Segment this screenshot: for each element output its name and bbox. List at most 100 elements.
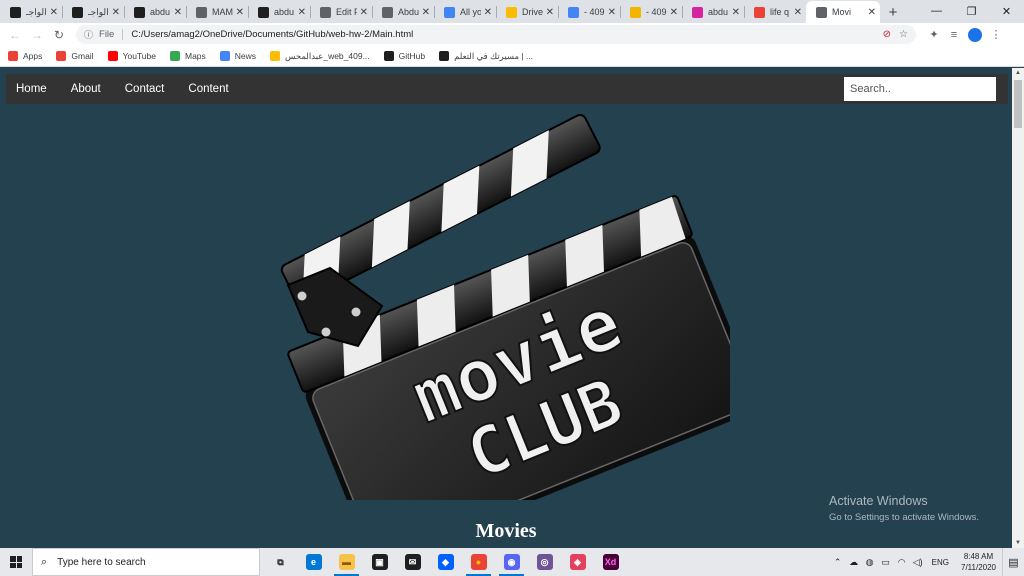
network-icon[interactable]: ◠ <box>894 557 910 568</box>
maps-icon <box>169 51 180 61</box>
weather-icon[interactable]: ☁ <box>846 557 862 568</box>
browser-tab[interactable]: الواجـ ✕ <box>0 1 62 23</box>
close-tab-icon[interactable]: ✕ <box>112 7 120 18</box>
back-icon[interactable]: ← <box>4 28 26 42</box>
browser-tab[interactable]: Edit F✕ <box>310 1 372 23</box>
bookmark-item[interactable]: عبدالمحس_web_409... <box>270 51 370 62</box>
bookmark-item[interactable]: GitHub <box>383 51 425 61</box>
omnibox-divider <box>122 29 124 40</box>
close-tab-icon[interactable]: ✕ <box>174 7 182 18</box>
forward-icon[interactable]: → <box>26 28 48 42</box>
volume-icon[interactable]: ◁) <box>910 557 926 568</box>
tab-title: MAM <box>212 7 233 17</box>
task-view-icon: ⧉ <box>272 554 289 570</box>
maximize-button[interactable]: ❐ <box>954 0 989 22</box>
address-bar[interactable]: ⓘ File C:/Users/amag2/OneDrive/Documents… <box>76 25 916 44</box>
bookmark-item[interactable]: YouTube <box>107 51 156 61</box>
site-navbar: Home About Contact Content <box>6 74 1008 104</box>
slides-icon <box>630 6 641 18</box>
close-tab-icon[interactable]: ✕ <box>50 7 58 18</box>
notifications-icon[interactable]: ▤ <box>1002 548 1024 576</box>
new-tab-button[interactable]: + <box>880 1 906 23</box>
browser-tab[interactable]: abdu ✕ <box>124 1 186 23</box>
browser-tab[interactable]: - 409 ✕ <box>558 1 620 23</box>
blocked-popup-icon[interactable]: ⊘ <box>883 29 891 40</box>
bookmark-item[interactable]: Maps <box>169 51 206 61</box>
input-language[interactable]: ENG <box>932 558 949 567</box>
nav-link-content[interactable]: Content <box>176 74 240 104</box>
taskbar-app-chrome[interactable]: ● <box>462 548 495 576</box>
bookmark-item[interactable]: Apps <box>8 51 42 61</box>
profile-avatar[interactable] <box>968 27 982 42</box>
bookmark-label: Maps <box>184 51 206 61</box>
close-tab-icon[interactable]: ✕ <box>422 7 430 18</box>
scrollbar-thumb[interactable] <box>1014 80 1022 128</box>
reload-icon[interactable]: ↻ <box>48 28 70 42</box>
close-tab-icon[interactable]: ✕ <box>732 7 740 18</box>
browser-tab[interactable]: - 409 ✕ <box>620 1 682 23</box>
taskbar-app-github-desktop[interactable]: ◎ <box>528 548 561 576</box>
bookmark-item[interactable]: News <box>219 51 256 61</box>
browser-tab[interactable]: life q ✕ <box>744 1 806 23</box>
taskbar-app-mail[interactable]: ✉ <box>396 548 429 576</box>
activate-windows-watermark: Activate Windows Go to Settings to activ… <box>829 494 979 523</box>
close-tab-icon[interactable]: ✕ <box>484 7 492 18</box>
browser-tab[interactable]: Movi ✕ <box>806 1 880 23</box>
movie-club-logo: movie CLUB <box>280 113 730 500</box>
taskbar-app-discord[interactable]: ◉ <box>495 548 528 576</box>
browser-tab[interactable]: abdu ✕ <box>682 1 744 23</box>
browser-tab[interactable]: الواجـ ✕ <box>62 1 124 23</box>
scroll-up-arrow-icon[interactable]: ▲ <box>1012 68 1024 78</box>
close-tab-icon[interactable]: ✕ <box>868 7 876 18</box>
taskbar-app-task-view[interactable]: ⧉ <box>264 548 297 576</box>
news-icon <box>219 51 230 61</box>
browser-tab[interactable]: abdu ✕ <box>248 1 310 23</box>
close-tab-icon[interactable]: ✕ <box>670 7 678 18</box>
close-tab-icon[interactable]: ✕ <box>546 7 554 18</box>
browser-tab[interactable]: Abdu ✕ <box>372 1 434 23</box>
browser-tab[interactable]: All yo ✕ <box>434 1 496 23</box>
battery-icon[interactable]: ▭ <box>878 557 894 568</box>
minimize-button[interactable]: — <box>919 0 954 22</box>
page-scrollbar[interactable]: ▲ ▼ <box>1012 68 1024 548</box>
browser-tab[interactable]: MAM ✕ <box>186 1 248 23</box>
taskbar-app-photos[interactable]: ◈ <box>561 548 594 576</box>
taskbar-search-box[interactable]: ⌕ Type here to search <box>32 548 260 576</box>
start-button[interactable] <box>0 548 32 576</box>
reading-list-icon[interactable]: ≡ <box>944 29 964 41</box>
menu-icon[interactable]: ⋮ <box>986 28 1006 41</box>
bookmark-item[interactable]: Gmail <box>56 51 94 61</box>
site-search-input[interactable] <box>844 77 996 101</box>
nav-link-about[interactable]: About <box>59 74 113 104</box>
taskbar-app-adobe-xd[interactable]: Xd <box>594 548 627 576</box>
drive-icon <box>506 6 517 18</box>
taskbar-apps: ⧉ e ▬ ▣ ✉ ◆ ● ◉ ◎ ◈ Xd <box>264 548 627 576</box>
info-icon[interactable]: ⓘ <box>84 28 93 41</box>
close-tab-icon[interactable]: ✕ <box>298 7 306 18</box>
hinge-screw <box>297 291 307 301</box>
security-icon[interactable]: ◍ <box>862 557 878 568</box>
tray-overflow-icon[interactable]: ⌃ <box>830 557 846 568</box>
taskbar-app-edge[interactable]: e <box>297 548 330 576</box>
taskbar-app-file-explorer[interactable]: ▬ <box>330 548 363 576</box>
taskbar-app-store[interactable]: ▣ <box>363 548 396 576</box>
extensions-icon[interactable]: ✦ <box>924 28 944 41</box>
taskbar-clock[interactable]: 8:48 AM 7/11/2020 <box>961 551 996 573</box>
close-tab-icon[interactable]: ✕ <box>608 7 616 18</box>
taskbar-app-dropbox[interactable]: ◆ <box>429 548 462 576</box>
bookmark-star-icon[interactable]: ☆ <box>899 29 908 40</box>
close-window-button[interactable]: ✕ <box>989 0 1024 22</box>
browser-toolbar: ← → ↻ ⓘ File C:/Users/amag2/OneDrive/Doc… <box>0 23 1024 46</box>
nav-link-home[interactable]: Home <box>6 74 59 104</box>
url-text[interactable]: C:/Users/amag2/OneDrive/Documents/GitHub… <box>131 29 874 40</box>
nav-link-contact[interactable]: Contact <box>113 74 177 104</box>
browser-tab[interactable]: Drive ✕ <box>496 1 558 23</box>
watermark-subtitle: Go to Settings to activate Windows. <box>829 512 979 523</box>
bookmark-item[interactable]: مسيرتك في التعلم | ... <box>439 51 533 62</box>
scroll-down-arrow-icon[interactable]: ▼ <box>1012 538 1024 548</box>
gmail-icon <box>56 51 67 61</box>
close-tab-icon[interactable]: ✕ <box>360 7 368 18</box>
close-tab-icon[interactable]: ✕ <box>236 7 244 18</box>
browser-tab-strip: الواجـ✕الواجـ✕abdu✕MAM✕abdu✕Edit F✕Abdu✕… <box>0 0 1024 23</box>
close-tab-icon[interactable]: ✕ <box>794 7 802 18</box>
